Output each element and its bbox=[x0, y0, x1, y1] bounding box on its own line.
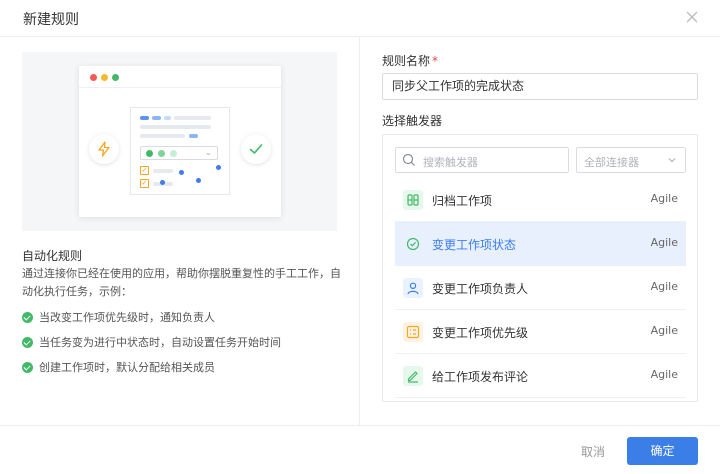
feature-item: 当改变工作项优先级时，通知负责人 bbox=[22, 309, 215, 325]
window-dot-green bbox=[112, 74, 119, 81]
user-icon bbox=[403, 278, 423, 298]
cancel-button[interactable]: 取消 bbox=[581, 443, 605, 460]
column-divider bbox=[359, 37, 360, 425]
lightning-icon bbox=[89, 134, 119, 164]
priority-list-icon bbox=[403, 322, 423, 342]
confirm-button[interactable]: 确定 bbox=[627, 437, 698, 465]
trigger-item-status[interactable]: 变更工作项状态 Agile bbox=[395, 222, 686, 266]
check-circle-icon bbox=[22, 311, 33, 323]
trigger-label: 选择触发器 bbox=[382, 114, 443, 128]
required-mark: * bbox=[432, 54, 439, 68]
illustration-panel: ⌄ ✓ ✓ bbox=[130, 107, 230, 195]
trigger-item-assignee[interactable]: 变更工作项负责人 Agile bbox=[395, 266, 686, 310]
checkbox-icon: ✓ bbox=[140, 166, 149, 175]
dialog-header: 新建规则 bbox=[0, 0, 720, 37]
search-placeholder: 搜索触发器 bbox=[423, 156, 478, 169]
close-icon[interactable] bbox=[684, 9, 700, 25]
check-circle-icon bbox=[22, 336, 33, 348]
connector-select[interactable]: 全部连接器 bbox=[576, 147, 686, 173]
trigger-panel: 搜索触发器 全部连接器 归档工作项 Agile 变更工作项状态 Agile 变更… bbox=[382, 134, 698, 402]
chevron-down-icon bbox=[668, 158, 676, 163]
status-check-icon bbox=[403, 234, 423, 254]
illustration-select: ⌄ bbox=[140, 146, 218, 160]
trigger-item-comment[interactable]: 给工作项发布评论 Agile bbox=[395, 354, 686, 398]
automation-illustration: ⌄ ✓ ✓ bbox=[22, 52, 337, 231]
dialog-footer: 取消 确定 bbox=[0, 425, 720, 474]
rule-name-input[interactable]: 同步父工作项的完成状态 bbox=[382, 73, 698, 100]
chevron-down-icon: ⌄ bbox=[205, 148, 212, 157]
archive-icon bbox=[403, 190, 423, 210]
trigger-search-input[interactable]: 搜索触发器 bbox=[395, 147, 569, 173]
rule-name-label: 规则名称 * bbox=[382, 54, 439, 68]
check-circle-icon bbox=[241, 134, 271, 164]
trigger-item-archive[interactable]: 归档工作项 Agile bbox=[395, 178, 686, 222]
feature-item: 创建工作项时，默认分配给相关成员 bbox=[22, 359, 215, 375]
pencil-icon bbox=[403, 366, 423, 386]
trigger-item-priority[interactable]: 变更工作项优先级 Agile bbox=[395, 310, 686, 354]
automation-description: 通过连接你已经在使用的应用，帮助你摆脱重复性的手工工作，自动化执行任务，示例： bbox=[22, 267, 341, 298]
check-circle-icon bbox=[22, 361, 33, 373]
window-dot-red bbox=[90, 74, 97, 81]
window-dot-yellow bbox=[101, 74, 108, 81]
feature-item: 当任务变为进行中状态时，自动设置任务开始时间 bbox=[22, 334, 281, 350]
dialog-title: 新建规则 bbox=[23, 12, 79, 28]
search-icon bbox=[402, 153, 415, 166]
checkbox-icon: ✓ bbox=[140, 179, 149, 188]
automation-heading: 自动化规则 bbox=[22, 249, 83, 263]
